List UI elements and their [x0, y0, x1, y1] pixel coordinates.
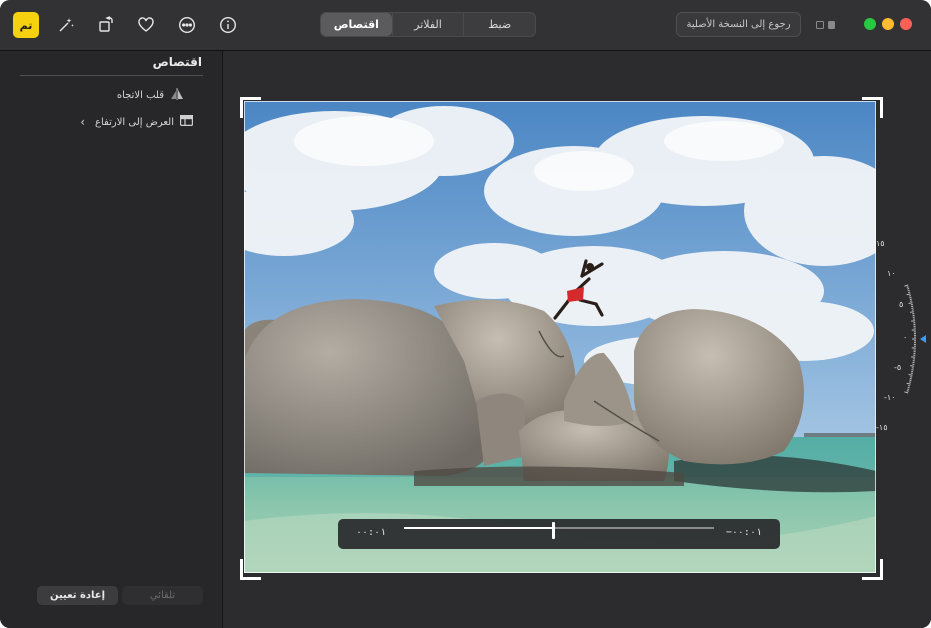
dial-label: ١٠ — [887, 269, 896, 278]
tab-adjust[interactable]: ضبط — [463, 13, 535, 36]
edit-mode-tabs: ضبط الفلاتر اقتصاص — [320, 12, 536, 37]
scrubber-playhead[interactable] — [551, 522, 555, 539]
dial-tick — [907, 289, 910, 292]
flip-icon — [170, 88, 184, 103]
dial-tick — [910, 311, 915, 313]
chevron-right-icon[interactable]: › — [80, 115, 85, 129]
scrubber-remaining: −٠٠:٠١ — [725, 527, 762, 538]
crop-handle-top-right[interactable] — [862, 97, 883, 118]
crop-handle-bottom-left[interactable] — [240, 559, 261, 580]
revert-to-original-button[interactable]: رجوع إلى النسخة الأصلية — [676, 12, 801, 37]
video-scrubber[interactable]: ٠٠:٠١ −٠٠:٠١ — [338, 519, 780, 549]
dial-tick — [906, 286, 909, 288]
scrubber-progress — [404, 527, 553, 529]
aspect-ratio-icon — [180, 115, 194, 129]
photos-window: تم ضبط الفلاتر اقتصاص رجوع إلى النسخة ال… — [0, 0, 931, 628]
photo[interactable] — [244, 101, 876, 573]
straighten-dial[interactable]: ١٥ ١٠ ٥ ٠ -٥ -١٠ -١٥ — [876, 225, 931, 445]
rotate-icon[interactable] — [93, 12, 119, 38]
dial-label: -١٠ — [884, 393, 896, 402]
aspect-ratio-label: العرض إلى الارتفاع — [95, 116, 174, 128]
dial-label: ٠ — [903, 333, 908, 342]
auto-button[interactable]: تلقائي — [122, 586, 203, 605]
divider — [20, 75, 203, 76]
tab-filters[interactable]: الفلاتر — [391, 13, 464, 36]
sidebar-title: اقتصاص — [152, 55, 202, 69]
minimize-window-button[interactable] — [882, 18, 894, 30]
sidebar-toggle-icon[interactable] — [815, 12, 837, 38]
crop-handle-bottom-right[interactable] — [862, 559, 883, 580]
scrubber-track[interactable] — [404, 527, 714, 529]
more-icon[interactable] — [174, 12, 200, 38]
dial-tick — [908, 302, 913, 305]
reset-button[interactable]: إعادة تعيين — [37, 586, 118, 605]
info-icon[interactable] — [215, 12, 241, 38]
crop-sidebar: اقتصاص قلب الاتجاه العرض إلى الارتفاع › … — [0, 51, 223, 628]
done-button[interactable]: تم — [13, 12, 39, 38]
dial-tick — [904, 391, 909, 394]
crop-handle-top-left[interactable] — [240, 97, 261, 118]
dial-tick — [904, 284, 909, 287]
heart-icon[interactable] — [133, 12, 159, 38]
toolbar: تم ضبط الفلاتر اقتصاص رجوع إلى النسخة ال… — [0, 0, 931, 51]
dial-tick — [907, 288, 910, 290]
dial-tick — [906, 293, 911, 296]
dial-label: ٥ — [899, 300, 904, 309]
zoom-window-button[interactable] — [864, 18, 876, 30]
dial-tick — [910, 365, 915, 367]
flip-label: قلب الاتجاه — [116, 90, 164, 101]
magic-wand-icon[interactable] — [53, 12, 79, 38]
dial-tick — [908, 373, 913, 376]
dial-indicator-icon — [920, 335, 926, 343]
scrubber-elapsed: ٠٠:٠١ — [356, 527, 387, 538]
dial-label: -١٥ — [876, 423, 888, 432]
dial-tick — [907, 386, 910, 389]
close-window-button[interactable] — [900, 18, 912, 30]
dial-tick — [907, 388, 910, 390]
dial-tick — [906, 382, 911, 385]
dial-label: ١٥ — [876, 239, 885, 248]
tab-crop[interactable]: اقتصاص — [320, 13, 392, 36]
aspect-ratio-item[interactable]: العرض إلى الارتفاع › — [80, 115, 194, 129]
dial-label: -٥ — [894, 363, 902, 372]
flip-item[interactable]: قلب الاتجاه — [117, 88, 184, 103]
dial-tick — [906, 390, 909, 392]
